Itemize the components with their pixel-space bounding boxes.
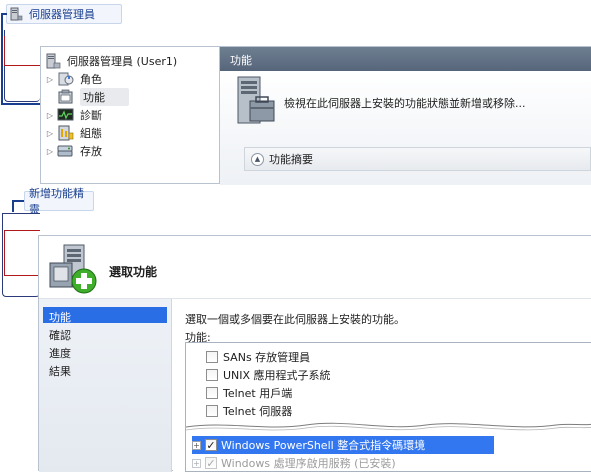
expand-plus-icon[interactable]: + <box>192 458 201 468</box>
tree-item-label: 診斷 <box>80 109 102 122</box>
feature-checkbox-checked[interactable]: ✓ <box>205 439 217 451</box>
server-manager-callout-label: 伺服器管理員 <box>29 8 95 21</box>
wizard-step-features[interactable]: 功能 <box>43 307 167 324</box>
server-icon <box>10 7 23 21</box>
tree-item-label: 組態 <box>80 127 102 140</box>
feature-label: SANs 存放管理員 <box>223 351 311 364</box>
callout-connector <box>1 13 3 104</box>
wizard-step-confirmation[interactable]: 確認 <box>43 325 167 342</box>
tree-item-roles[interactable]: ▷ 角色 <box>45 70 102 88</box>
feature-row-selected[interactable]: + ✓ Windows PowerShell 整合式指令碼環境 <box>192 436 494 454</box>
callout-connector <box>12 200 24 202</box>
features-detail-pane: 功能 檢視在此伺服器上安裝的功能狀態並新增或移除... ▲ 功能摘要 <box>220 46 591 185</box>
tree-item-configuration[interactable]: ▷ 組態 <box>45 124 102 142</box>
wizard-title: 選取功能 <box>109 265 158 279</box>
feature-row[interactable]: Telnet 用戶端 <box>206 384 292 402</box>
features-summary-section[interactable]: ▲ 功能摘要 <box>244 147 591 171</box>
detail-description: 檢視在此伺服器上安裝的功能狀態並新增或移除... <box>284 97 526 110</box>
tree-item-label: 功能 <box>80 88 129 106</box>
feature-checkbox[interactable] <box>206 387 218 399</box>
feature-row[interactable]: SANs 存放管理員 <box>206 348 310 366</box>
roles-icon <box>57 71 75 87</box>
navigation-tree: 伺服器管理員 (User1) ▷ 角色 功能 ▷ 診斷 ▷ 組態 ▷ 存放 <box>40 46 220 184</box>
expand-arrow-icon[interactable]: ▷ <box>45 111 55 120</box>
tree-item-diagnostics[interactable]: ▷ 診斷 <box>45 106 102 124</box>
wizard-steps-nav: 功能 確認 進度 結果 <box>39 299 172 472</box>
tree-item-storage[interactable]: ▷ 存放 <box>45 142 102 160</box>
feature-label: Windows PowerShell 整合式指令碼環境 <box>221 439 426 452</box>
wizard-header: 選取功能 <box>39 236 591 299</box>
feature-label: Windows 處理序啟用服務 (已安裝) <box>221 457 396 470</box>
tree-root-label: 伺服器管理員 (User1) <box>67 55 178 68</box>
feature-label: Telnet 用戶端 <box>223 387 293 400</box>
tree-item-label: 存放 <box>80 145 102 158</box>
feature-row-disabled: + ✓ Windows 處理序啟用服務 (已安裝) <box>192 454 396 471</box>
detail-header: 功能 <box>220 47 591 71</box>
callout-bracket <box>4 230 40 276</box>
server-add-icon <box>49 244 97 294</box>
summary-label: 功能摘要 <box>269 153 313 166</box>
add-features-wizard: 選取功能 功能 確認 進度 結果 選取一個或多個要在此伺服器上安裝的功能。 功能… <box>38 235 591 472</box>
features-icon <box>57 89 75 105</box>
wizard-instruction: 選取一個或多個要在此伺服器上安裝的功能。 <box>185 313 405 326</box>
configuration-icon <box>57 125 75 141</box>
collapse-up-icon[interactable]: ▲ <box>251 152 264 166</box>
server-manager-callout: 伺服器管理員 <box>6 4 122 24</box>
feature-checkbox[interactable] <box>206 405 218 417</box>
feature-row[interactable]: Telnet 伺服器 <box>206 402 292 420</box>
server-toolbox-icon <box>237 76 275 124</box>
feature-checkbox-checked-disabled: ✓ <box>205 456 217 470</box>
wizard-content: 選取一個或多個要在此伺服器上安裝的功能。 功能: SANs 存放管理員 UNIX… <box>173 299 591 472</box>
feature-row[interactable]: UNIX 應用程式子系統 <box>206 366 331 384</box>
wizard-step-progress[interactable]: 進度 <box>43 343 167 360</box>
callout-connector <box>12 200 14 212</box>
tree-root[interactable]: 伺服器管理員 (User1) <box>42 52 177 70</box>
tree-item-label: 角色 <box>80 73 102 86</box>
add-features-wizard-callout: 新增功能精靈 <box>24 187 94 216</box>
feature-checkbox[interactable] <box>206 369 218 381</box>
wizard-step-results[interactable]: 結果 <box>43 361 167 378</box>
diagnostics-icon <box>57 107 75 123</box>
expand-arrow-icon[interactable]: ▷ <box>45 129 55 138</box>
feature-label: UNIX 應用程式子系統 <box>223 369 331 382</box>
storage-icon <box>57 143 75 159</box>
features-list[interactable]: SANs 存放管理員 UNIX 應用程式子系統 Telnet 用戶端 Telne… <box>185 342 591 472</box>
expand-plus-icon[interactable]: + <box>192 440 201 450</box>
callout-bracket <box>4 36 40 66</box>
expand-arrow-icon[interactable]: ▷ <box>45 75 55 84</box>
feature-label: Telnet 伺服器 <box>223 405 293 418</box>
feature-checkbox[interactable] <box>206 351 218 363</box>
server-icon <box>44 53 62 69</box>
tree-item-features[interactable]: 功能 <box>45 88 129 106</box>
callout-connector <box>1 103 41 105</box>
expand-arrow-icon[interactable]: ▷ <box>45 147 55 156</box>
list-break-divider <box>186 422 591 433</box>
